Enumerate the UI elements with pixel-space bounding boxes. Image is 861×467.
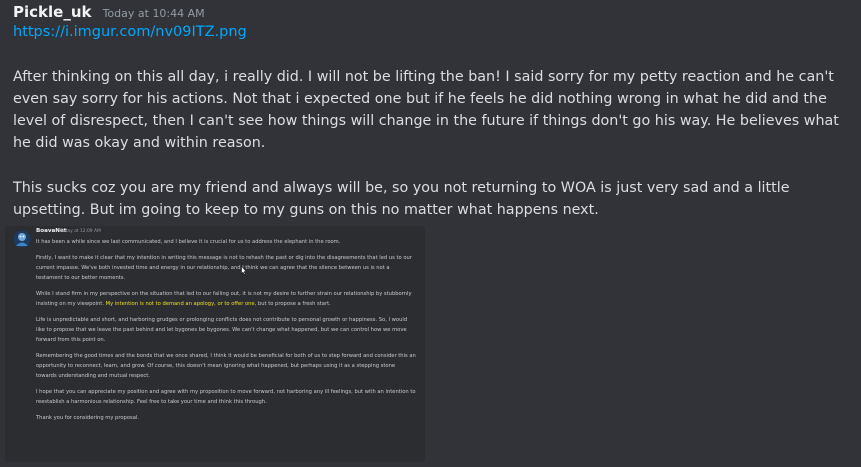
message-paragraph-2: This sucks coz you are my friend and alw… xyxy=(13,180,790,218)
embed-paragraph-3: Life is unpredictable and short, and har… xyxy=(36,317,408,343)
embed-closing: Thank you for considering my proposal. xyxy=(36,415,139,421)
embed-paragraph-5: I hope that you can appreciate my positi… xyxy=(36,389,416,405)
embed-timestamp: Today at 12:09 AM xyxy=(60,229,101,234)
chat-message: Pickle_uk Today at 10:44 AM https://i.im… xyxy=(0,0,861,467)
message-paragraph-1: After thinking on this all day, i really… xyxy=(13,69,839,151)
mouse-cursor-icon xyxy=(241,266,247,275)
embed-body: It has been a while since we last commun… xyxy=(36,237,416,429)
embed-paragraph-4: Remembering the good times and the bonds… xyxy=(36,353,416,379)
embedded-screenshot[interactable]: BoavaNet Today at 12:09 AM It has been a… xyxy=(5,226,425,462)
embed-intro: It has been a while since we last commun… xyxy=(36,239,341,245)
message-timestamp[interactable]: Today at 10:44 AM xyxy=(103,7,205,20)
username[interactable]: Pickle_uk xyxy=(13,3,91,21)
message-header: Pickle_uk Today at 10:44 AM xyxy=(13,2,205,21)
embed-paragraph-2: While I stand firm in my perspective on … xyxy=(36,289,416,309)
embed-paragraph-1: Firstly, I want to make it clear that my… xyxy=(36,255,412,281)
image-link[interactable]: https://i.imgur.com/nv09ITZ.png xyxy=(13,24,247,40)
avatar xyxy=(13,230,31,248)
embed-paragraph-2-end: but to propose a fresh start. xyxy=(256,301,331,307)
embed-highlight: My intention is not to demand an apology… xyxy=(105,301,257,307)
